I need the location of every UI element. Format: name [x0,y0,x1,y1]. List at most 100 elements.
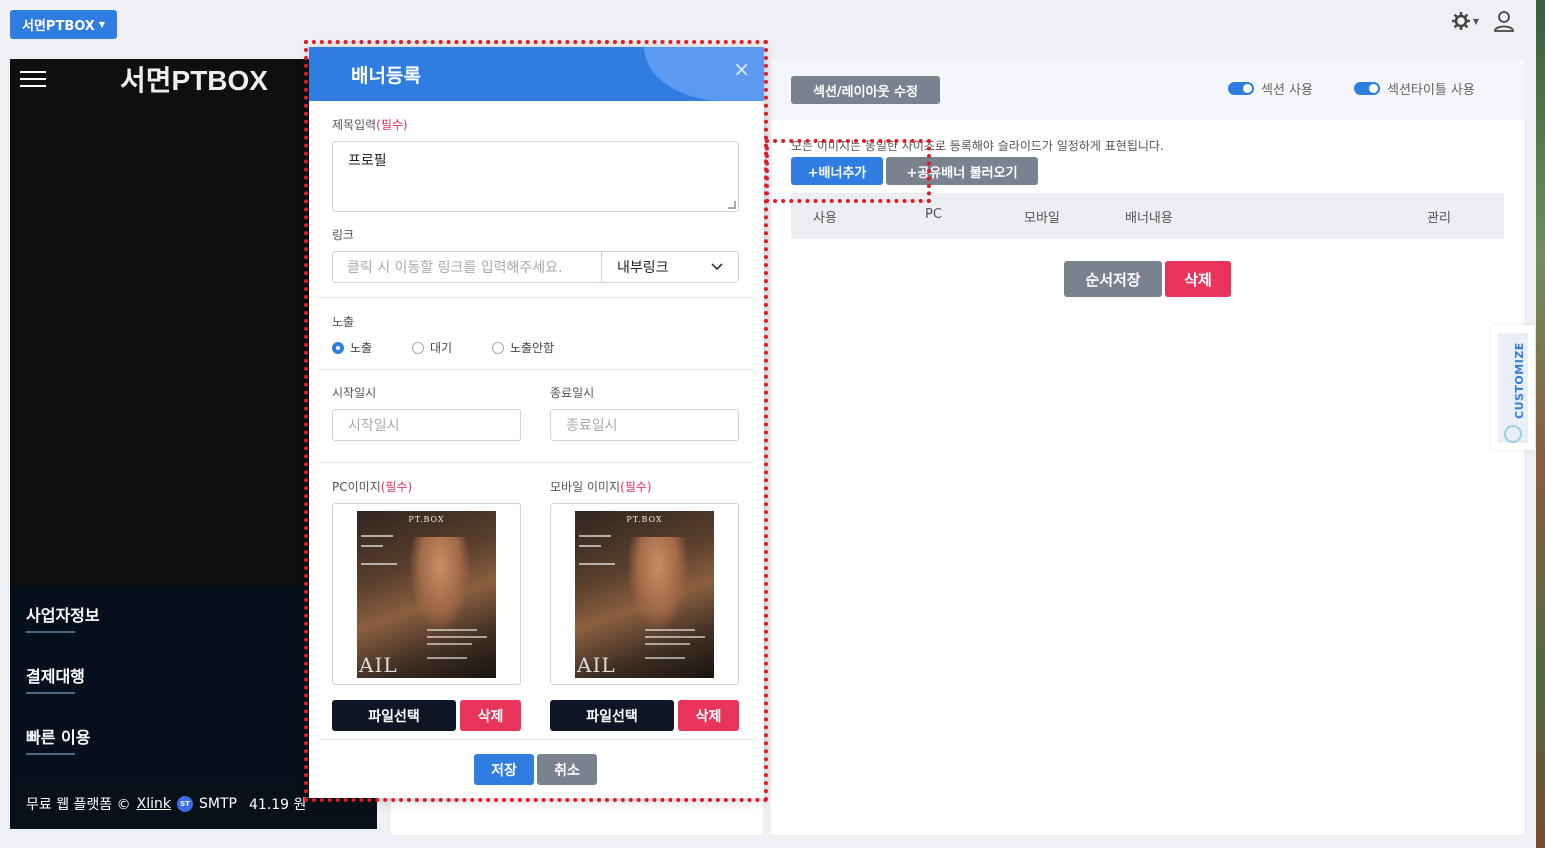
link-type-select[interactable]: 내부링크 [601,251,739,283]
gear-icon [1451,12,1470,30]
delete-button[interactable]: 삭제 [1165,261,1231,297]
menu-underline [26,631,75,633]
mobile-image-label: 모바일 이미지(필수) [550,478,652,495]
site-select-button[interactable]: 서면PTBOX ▼ [10,10,117,39]
radio-circle [412,341,424,354]
section-layout-edit-button[interactable]: 섹션/레이아웃 수정 [791,76,940,104]
top-bar: 서면PTBOX ▼ ▼ [0,0,1545,50]
image-size-notice: 모든 이미지는 동일한 사이즈로 등록해야 슬라이드가 일정하게 표현됩니다. [791,139,1164,153]
hamburger-menu-icon[interactable] [20,66,46,92]
spinner-icon [1504,425,1522,443]
menu-underline [26,692,75,694]
chevron-down-icon [711,263,723,271]
pc-image-label-text: PC이미지 [332,480,381,494]
top-icons: ▼ [1451,10,1515,32]
poster-text-line [579,545,601,547]
radio-exposure-show[interactable]: 노출 [332,339,412,356]
xlink-link[interactable]: Xlink [137,796,171,812]
section-header: 섹션/레이아웃 수정 섹션 사용 섹션타이틀 사용 [771,59,1524,120]
exposure-radio-group: 노출 대기 노출안함 [332,339,572,356]
required-mark: (필수) [380,480,413,494]
pc-image-preview: PT.BOX AIL [332,503,521,685]
preview-logo: 서면PTBOX [120,65,268,96]
banner-register-modal: 배너등록 × 제목입력(필수) 프로필 링크 클릭 시 이동할 링크를 입력해주… [309,47,764,798]
caret-down-icon: ▼ [1472,16,1479,26]
resize-grip-icon[interactable] [728,201,736,209]
radio-label: 노출안함 [510,341,555,355]
divider [319,297,754,298]
radio-label: 대기 [430,341,453,355]
pc-file-delete-button[interactable]: 삭제 [460,700,521,731]
pc-file-select-button[interactable]: 파일선택 [332,700,456,731]
customize-tab[interactable]: CUSTOMIZE [1491,325,1535,450]
banner-poster-image: PT.BOX AIL [357,511,496,678]
column-manage: 관리 [1427,211,1451,226]
smtp-balance: 41.19 원 [248,797,307,813]
user-icon[interactable] [1493,10,1515,32]
radio-exposure-hide[interactable]: 노출안함 [492,339,572,356]
poster-top-text: PT.BOX [626,515,663,524]
theme-toggle[interactable]: ▼ [1451,11,1479,31]
menu-underline [26,753,75,755]
divider [319,462,754,463]
section-title-toggle[interactable]: 섹션타이틀 사용 [1354,79,1475,98]
toggle-switch[interactable] [1354,82,1380,95]
start-date-input[interactable]: 시작일시 [332,409,521,441]
site-select-label: 서면PTBOX [22,19,95,34]
link-type-value: 내부링크 [617,260,669,276]
end-date-label: 종료일시 [550,386,595,400]
poster-text-line [427,657,467,659]
poster-text-line [427,636,487,638]
caret-down-icon: ▼ [98,20,105,29]
customize-inner: CUSTOMIZE [1498,333,1528,443]
banner-table-header: 사용 PC 모바일 배너내용 관리 [791,193,1504,239]
toggle-switch[interactable] [1228,82,1254,95]
preview-menu-item[interactable]: 결제대행 [26,663,85,687]
poster-text-line [579,563,615,565]
section-use-label: 섹션 사용 [1261,83,1313,98]
customize-label: CUSTOMIZE [1513,342,1526,419]
cancel-button[interactable]: 취소 [537,754,597,785]
poster-text-line [579,535,611,537]
section-title-label: 섹션타이틀 사용 [1387,83,1475,98]
poster-text-line [645,643,690,645]
radio-exposure-wait[interactable]: 대기 [412,339,492,356]
mobile-image-preview: PT.BOX AIL [550,503,739,685]
preview-menu-item[interactable]: 빠른 이용 [26,724,90,748]
save-button[interactable]: 저장 [474,754,534,785]
poster-text-line [427,629,477,631]
poster-figure [409,537,471,632]
background-image-strip [1536,0,1545,848]
link-label: 링크 [332,228,355,242]
modal-header: 배너등록 × [309,47,764,101]
preview-menu-item[interactable]: 사업자정보 [26,602,100,626]
smtp-badge-icon: ST [177,796,193,812]
link-input[interactable]: 클릭 시 이동할 링크를 입력해주세요. [332,251,602,283]
poster-top-text: PT.BOX [408,515,445,524]
banner-poster-image: PT.BOX AIL [575,511,714,678]
required-mark: (필수) [620,480,652,494]
mobile-file-delete-button[interactable]: 삭제 [678,700,739,731]
load-shared-banner-button[interactable]: +공유배너 불러오기 [886,157,1038,185]
close-icon[interactable]: × [733,57,750,81]
column-content: 배너내용 [1125,211,1173,226]
title-textarea[interactable]: 프로필 [332,141,739,212]
divider [319,369,754,370]
required-mark: (필수) [376,118,408,132]
section-use-toggle[interactable]: 섹션 사용 [1228,79,1313,98]
title-value: 프로필 [348,153,387,169]
column-pc: PC [925,207,942,222]
add-banner-button[interactable]: +배너추가 [791,157,883,185]
exposure-label: 노출 [332,315,355,329]
poster-text-line [361,535,393,537]
poster-text-line [427,643,472,645]
section-panel: 섹션/레이아웃 수정 섹션 사용 섹션타이틀 사용 모든 이미지는 동일한 사이… [771,59,1524,835]
title-field-label: 제목입력(필수) [332,116,408,133]
poster-text-line [645,629,695,631]
poster-text-line [645,657,685,659]
mobile-file-select-button[interactable]: 파일선택 [550,700,674,731]
mobile-image-label-text: 모바일 이미지 [550,480,621,494]
poster-bottom-text: AIL [359,653,398,677]
end-date-input[interactable]: 종료일시 [550,409,739,441]
order-save-button[interactable]: 순서저장 [1064,261,1162,297]
